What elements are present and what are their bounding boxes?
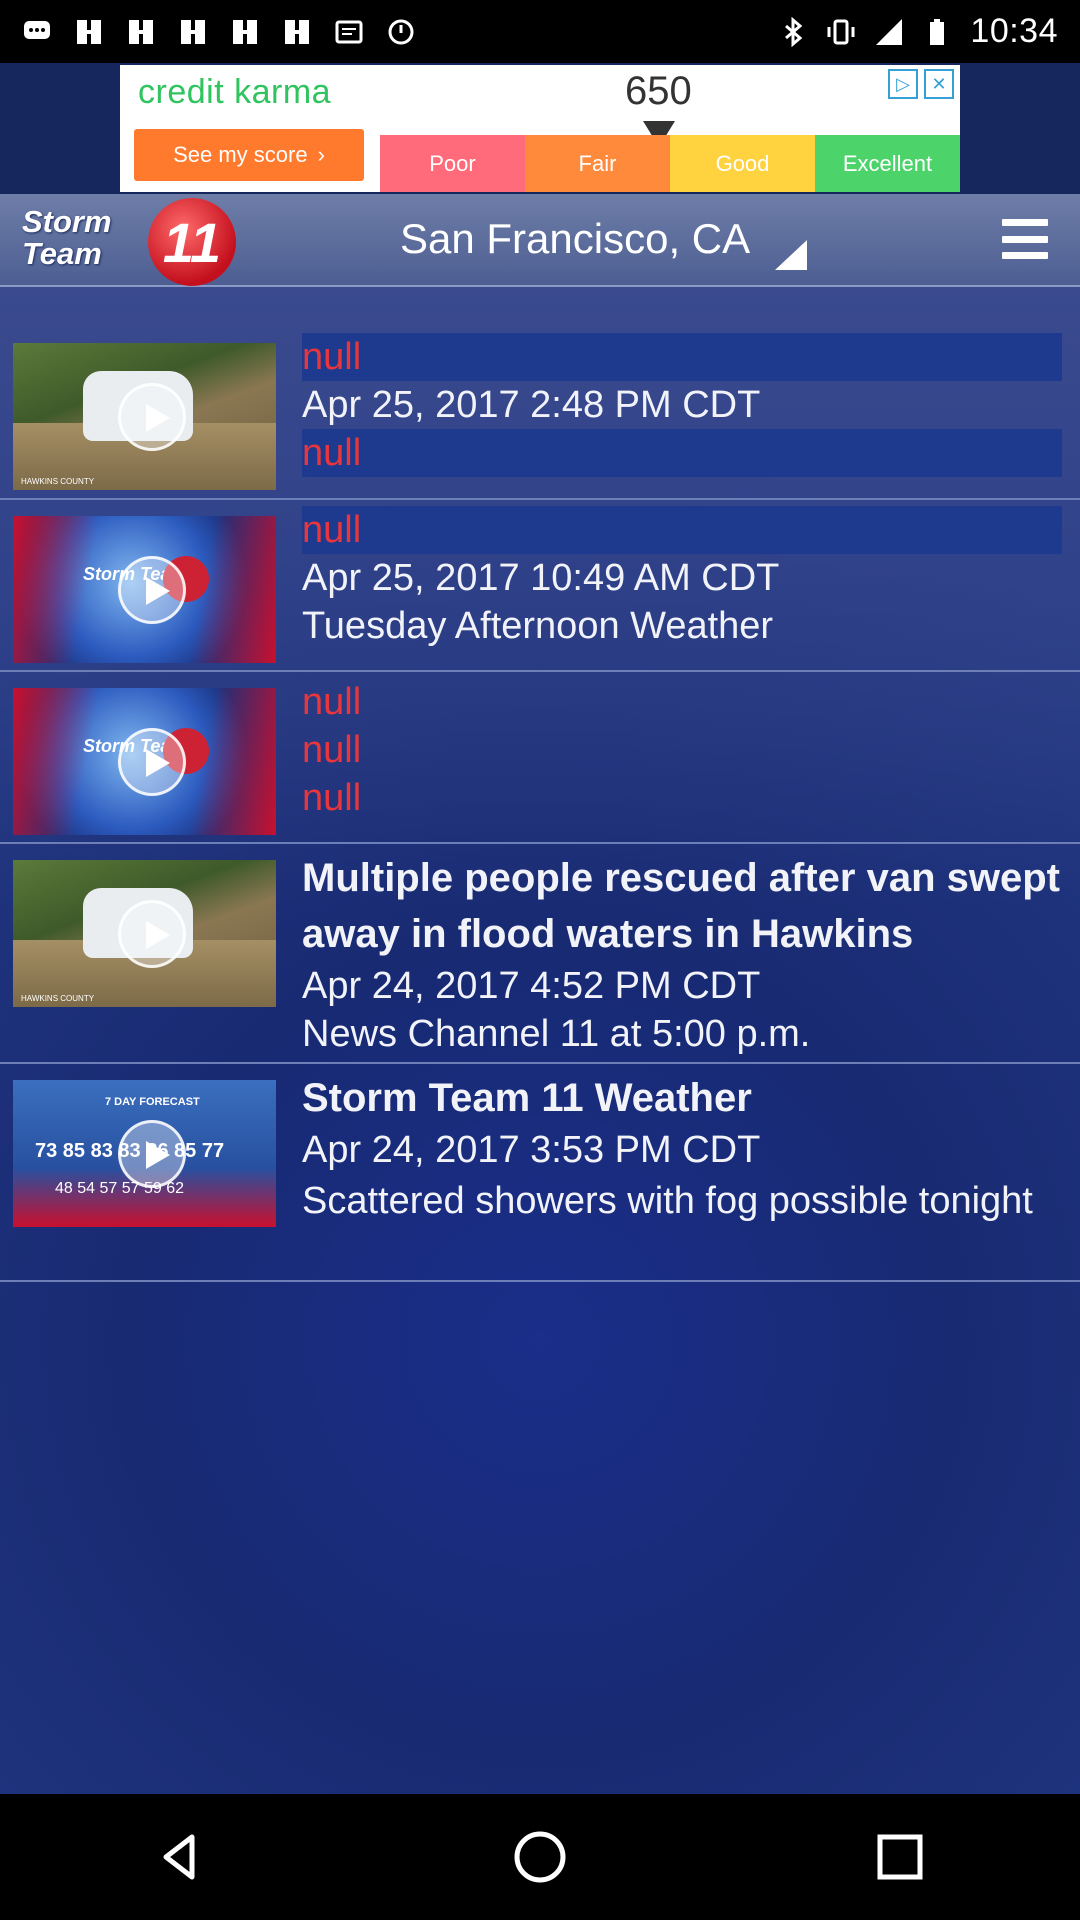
video-title: null [302, 681, 362, 723]
ad-score-scale: Poor Fair Good Excellent [380, 135, 960, 192]
back-icon[interactable] [145, 1822, 215, 1892]
ad-info-icon[interactable]: ▷ [888, 69, 918, 99]
ad-cta-button[interactable]: See my score › [134, 129, 364, 181]
video-description: Tuesday Afternoon Weather [302, 605, 774, 647]
dropdown-caret-icon [775, 240, 807, 270]
ad-segment-excellent: Excellent [815, 135, 960, 192]
video-item-text: Multiple people rescued after van swept … [302, 844, 1062, 1062]
play-icon[interactable] [118, 728, 186, 796]
thumbnail-caption: HAWKINS COUNTY [21, 477, 95, 486]
signal-icon [876, 18, 903, 45]
video-thumbnail[interactable]: HAWKINS COUNTY [13, 860, 276, 1007]
video-list-item[interactable]: HAWKINS COUNTY Multiple people rescued a… [0, 844, 1080, 1064]
grid-icon [181, 19, 205, 44]
video-item-text: Storm Team 11 Weather Apr 24, 2017 3:53 … [302, 1064, 1062, 1280]
clock: 10:34 [970, 12, 1058, 50]
video-list-item[interactable]: HAWKINS COUNTY null Apr 25, 2017 2:48 PM… [0, 327, 1080, 500]
grid-icon [77, 19, 101, 44]
recents-icon[interactable] [865, 1822, 935, 1892]
bluetooth-icon [785, 16, 803, 47]
video-date: null [302, 729, 362, 771]
navigation-bar [0, 1794, 1080, 1920]
video-thumbnail[interactable]: 7 DAY FORECAST 73 85 83 83 86 85 77 48 5… [13, 1080, 276, 1227]
location-label: San Francisco, CA [400, 215, 751, 262]
storm-team-logo[interactable]: Storm Team 11 [18, 198, 248, 286]
ad-strip: credit karma See my score › 650 Poor Fai… [0, 63, 1080, 194]
video-title: null [302, 506, 1062, 554]
video-thumbnail[interactable]: Storm Team [13, 688, 276, 835]
video-list-item[interactable]: Storm Team null null null [0, 672, 1080, 844]
battery-icon [930, 18, 945, 45]
logo-badge: 11 [148, 198, 236, 286]
video-description: null [302, 777, 362, 819]
ad-choices: ▷ ✕ [888, 69, 954, 99]
video-date: Apr 25, 2017 10:49 AM CDT [302, 557, 780, 599]
ad-score: 650 [625, 69, 692, 113]
logo-line-2: Team [22, 236, 102, 271]
video-description: Scattered showers with fog possible toni… [302, 1180, 1033, 1222]
video-thumbnail[interactable]: HAWKINS COUNTY [13, 343, 276, 490]
video-item-text: null Apr 25, 2017 10:49 AM CDT Tuesday A… [302, 500, 1062, 670]
hamburger-menu-icon[interactable] [1002, 219, 1048, 259]
alarm-icon [388, 19, 414, 44]
video-thumbnail[interactable]: Storm Team [13, 516, 276, 663]
play-icon[interactable] [118, 1120, 186, 1188]
grid-icon [233, 19, 257, 44]
close-icon[interactable]: ✕ [924, 69, 954, 99]
play-icon[interactable] [118, 383, 186, 451]
video-description: null [302, 429, 1062, 477]
video-list-item[interactable]: Storm Team null Apr 25, 2017 10:49 AM CD… [0, 500, 1080, 672]
ad-brand: credit karma [138, 73, 332, 111]
ad-segment-good: Good [670, 135, 815, 192]
video-date: Apr 24, 2017 4:52 PM CDT [302, 965, 761, 1007]
chevron-right-icon: › [317, 142, 325, 167]
location-selector[interactable]: San Francisco, CA [400, 206, 807, 272]
notification-icons [0, 17, 416, 47]
thumbnail-caption: HAWKINS COUNTY [21, 994, 95, 1003]
ad-segment-fair: Fair [525, 135, 670, 192]
logo-line-1: Storm [22, 204, 112, 239]
vibrate-icon [827, 19, 855, 44]
video-list: HAWKINS COUNTY null Apr 25, 2017 2:48 PM… [0, 327, 1080, 1282]
play-icon[interactable] [118, 900, 186, 968]
video-item-text: null null null [302, 672, 1062, 842]
system-icons: 10:34 [778, 12, 1080, 51]
video-list-area: HAWKINS COUNTY null Apr 25, 2017 2:48 PM… [0, 287, 1080, 1794]
play-icon[interactable] [118, 556, 186, 624]
ad-segment-poor: Poor [380, 135, 525, 192]
grid-icon [129, 19, 153, 44]
thumbnail-caption: 7 DAY FORECAST [105, 1096, 200, 1108]
status-bar: 10:34 [0, 0, 1080, 63]
video-date: Apr 24, 2017 3:53 PM CDT [302, 1129, 761, 1171]
video-item-text: null Apr 25, 2017 2:48 PM CDT null [302, 327, 1062, 498]
app-header: Storm Team 11 San Francisco, CA [0, 194, 1080, 287]
home-icon[interactable] [505, 1822, 575, 1892]
video-title: null [302, 333, 1062, 381]
grid-icon [285, 19, 309, 44]
video-description: News Channel 11 at 5:00 p.m. [302, 1013, 811, 1055]
ad-cta-label: See my score [173, 142, 308, 167]
logo-text: Storm Team [22, 206, 112, 270]
video-title: Storm Team 11 Weather [302, 1076, 752, 1120]
video-title: Multiple people rescued after van swept … [302, 856, 1060, 956]
chat-icon [24, 20, 50, 39]
video-list-item[interactable]: 7 DAY FORECAST 73 85 83 83 86 85 77 48 5… [0, 1064, 1080, 1282]
ad-banner[interactable]: credit karma See my score › 650 Poor Fai… [120, 65, 960, 192]
message-icon [335, 20, 363, 43]
video-date: Apr 25, 2017 2:48 PM CDT [302, 384, 761, 426]
